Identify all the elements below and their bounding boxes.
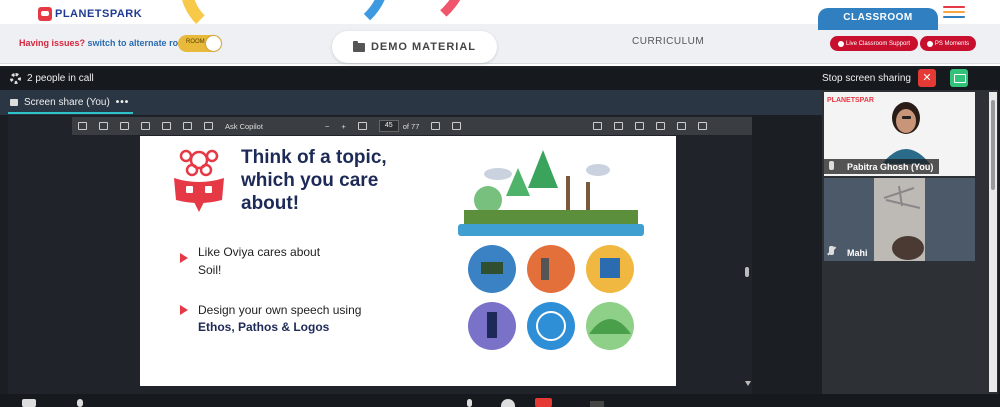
translate-icon[interactable]: [204, 122, 213, 130]
page-total: of 77: [402, 121, 420, 131]
camera-icon[interactable]: [22, 399, 36, 407]
highlight-icon[interactable]: [99, 122, 108, 130]
stop-screen-sharing-label: Stop screen sharing: [822, 73, 911, 84]
live-support-label: Live Classroom Support: [845, 40, 911, 47]
fullscreen-icon[interactable]: [677, 122, 687, 130]
stop-share-control-icon[interactable]: [535, 398, 552, 407]
screen-icon: [10, 98, 18, 106]
presentation-slide: Think of a topic, which you care about! …: [140, 136, 676, 386]
room-toggle[interactable]: ROOM: [178, 35, 222, 52]
microphone-icon[interactable]: [77, 399, 83, 407]
slide-bullet-2: Design your own speech using Ethos, Path…: [198, 302, 361, 336]
bullet-2-line-1: Design your own speech using: [198, 303, 362, 317]
rotate-icon[interactable]: [431, 122, 441, 130]
brain-mascot-illustration: [174, 149, 224, 212]
bullet-2-line-2: Ethos, Pathos & Logos: [198, 320, 330, 334]
fit-page-icon[interactable]: [357, 122, 367, 130]
logo-mark-icon: [38, 7, 52, 21]
pdf-toolbar: Ask Copilot − + 45 of 77: [72, 117, 752, 135]
zoom-in-button[interactable]: +: [341, 122, 345, 131]
screen-share-tab-label: Screen share (You): [24, 96, 110, 108]
logo-text: PLANETSPARK: [55, 8, 143, 20]
room-toggle-label: ROOM: [186, 39, 205, 45]
page-view-icon[interactable]: [162, 122, 171, 130]
read-aloud-icon[interactable]: [183, 122, 192, 130]
slide-bullet-1: Like Oviya cares about Soil!: [198, 243, 320, 279]
demo-material-label: DEMO MATERIAL: [370, 41, 477, 53]
menu-line: [943, 6, 965, 8]
scrollbar-thumb[interactable]: [991, 100, 995, 190]
alternate-room-link[interactable]: switch to alternate room: [88, 38, 192, 48]
demo-material-button[interactable]: DEMO MATERIAL: [332, 31, 497, 63]
gear-icon[interactable]: [10, 73, 21, 84]
bullet-arrow-icon: [180, 305, 188, 315]
topic-icon-circle: [527, 245, 575, 293]
curriculum-tab[interactable]: CURRICULUM: [632, 36, 704, 47]
microphone-icon: [829, 161, 834, 170]
screen-share-tab[interactable]: Screen share (You) •••: [8, 92, 134, 114]
zoom-out-button[interactable]: −: [325, 122, 329, 131]
plus-icon: [926, 40, 933, 47]
draw-icon[interactable]: [120, 122, 129, 130]
list-icon[interactable]: [78, 122, 87, 130]
meeting-controls: [0, 394, 1000, 407]
save-as-icon[interactable]: [656, 122, 666, 130]
participants-scrollbar[interactable]: [989, 92, 997, 392]
stop-share-button[interactable]: ✕: [918, 69, 936, 87]
slide-title: Think of a topic, which you care about!: [241, 147, 387, 214]
planetspark-logo[interactable]: PLANETSPARK: [38, 5, 142, 23]
viewer-scrollbar[interactable]: [745, 267, 749, 277]
topic-icon-grid: [468, 245, 634, 350]
classroom-tab[interactable]: CLASSROOM: [818, 8, 938, 30]
screen-share-icon[interactable]: [950, 69, 968, 87]
ps-moments-label: PS Moments: [934, 40, 970, 47]
participant-name: Mahi: [847, 248, 868, 258]
participant-video: [874, 178, 925, 261]
toggle-knob: [206, 36, 221, 51]
tile-logo-text: PLANETSPARK: [827, 97, 879, 104]
more-controls-icon[interactable]: [590, 401, 604, 407]
eraser-icon[interactable]: [141, 122, 150, 130]
folder-icon: [352, 40, 365, 52]
ask-copilot-button[interactable]: Ask Copilot: [225, 122, 263, 131]
menu-line: [943, 11, 965, 13]
search-icon[interactable]: [593, 122, 603, 130]
bullet-1-line-2: Soil!: [198, 263, 222, 277]
ps-moments-button[interactable]: PS Moments: [920, 36, 976, 51]
hamburger-menu-icon[interactable]: [943, 6, 965, 20]
bullet-1-line-1: Like Oviya cares about: [198, 245, 321, 259]
reactions-icon[interactable]: [501, 399, 515, 407]
print-icon[interactable]: [614, 122, 624, 130]
topic-icon-circle: [527, 302, 575, 350]
hand-raise-icon[interactable]: [467, 399, 472, 407]
people-count: 2 people in call: [27, 73, 94, 84]
live-classroom-support-button[interactable]: Live Classroom Support: [830, 36, 918, 51]
plus-icon: [837, 40, 844, 47]
bullet-arrow-icon: [180, 253, 188, 263]
page-number-input[interactable]: 45: [378, 120, 399, 132]
menu-line: [943, 16, 965, 18]
ecosystem-illustration: [458, 150, 644, 236]
camera-feed: [874, 178, 925, 261]
issues-message: Having issues? switch to alternate room: [19, 38, 192, 48]
issues-text: Having issues?: [19, 38, 86, 48]
save-icon[interactable]: [635, 122, 645, 130]
more-options-icon[interactable]: •••: [116, 97, 130, 108]
scroll-down-arrow-icon[interactable]: [745, 381, 751, 386]
participant-video: [874, 94, 934, 164]
settings-icon[interactable]: [698, 122, 708, 130]
two-page-icon[interactable]: [452, 122, 462, 130]
participant-name: Pabitra Ghosh (You): [847, 162, 934, 172]
